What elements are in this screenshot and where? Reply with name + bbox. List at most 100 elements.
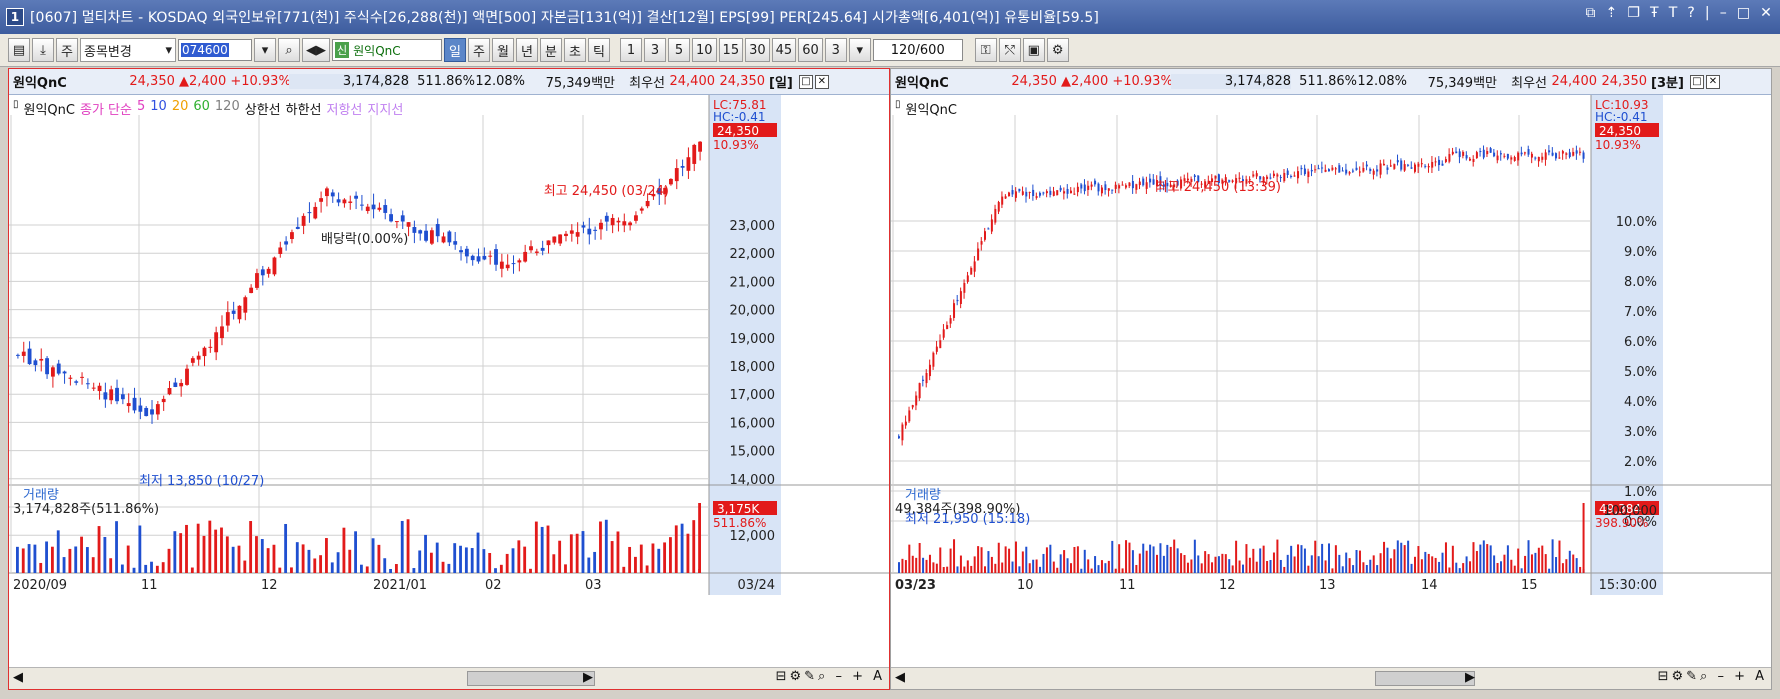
scroll-left-icon[interactable]: ◀: [13, 670, 23, 685]
right-candle: [1001, 196, 1004, 205]
left-candle: [295, 226, 300, 229]
right-last-price-label: 24,350: [1599, 124, 1641, 138]
right-bid: 24,400: [1551, 74, 1598, 89]
right-candle: [1111, 189, 1114, 191]
maximize-icon[interactable]: □: [1737, 5, 1750, 21]
period-month-button[interactable]: 월: [492, 38, 514, 62]
right-volume-bar: [1238, 560, 1241, 573]
period-week-button[interactable]: 주: [468, 38, 490, 62]
left-volume-bar: [400, 520, 404, 573]
left-volume-bar: [33, 544, 37, 573]
left-candle: [634, 215, 638, 221]
restore-icon[interactable]: ❐: [1627, 5, 1640, 21]
right-maximize-icon[interactable]: □: [1689, 74, 1704, 89]
right-candle: [1039, 192, 1042, 196]
pin-icon[interactable]: ⇡: [1606, 5, 1618, 21]
period-second-button[interactable]: 초: [564, 38, 586, 62]
right-volume-bar: [1001, 562, 1004, 573]
font-icon[interactable]: T: [1669, 5, 1678, 21]
pushpin-icon[interactable]: Ŧ: [1650, 5, 1659, 21]
left-close-icon[interactable]: ✕: [814, 74, 829, 89]
close-icon[interactable]: ✕: [1760, 5, 1772, 21]
right-volume-bar: [1245, 544, 1248, 573]
left-candle: [272, 257, 277, 275]
layout-icon[interactable]: ▤: [8, 38, 30, 62]
left-scrollbar[interactable]: ◀ ▶ ⊟⚙✎⌕ – + A: [9, 667, 889, 689]
left-volume-bar: [534, 521, 538, 573]
right-volume-bar: [1579, 566, 1582, 573]
sound-icon[interactable]: ◀▶: [302, 38, 330, 62]
zoom-tools[interactable]: ⊟⚙✎⌕ – + A: [776, 669, 885, 684]
zoom-tools[interactable]: ⊟⚙✎⌕ – + A: [1658, 669, 1767, 684]
indicator-icon[interactable]: ⚿: [974, 38, 997, 62]
left-candle: [464, 248, 469, 257]
search-icon[interactable]: ⌕: [278, 38, 300, 62]
help-icon[interactable]: ?: [1687, 5, 1695, 21]
right-close-icon[interactable]: ✕: [1705, 74, 1720, 89]
right-candle: [1431, 162, 1434, 168]
period-year-button[interactable]: 년: [516, 38, 538, 62]
left-bid: 24,400: [669, 74, 716, 89]
right-volume-bar: [1059, 554, 1062, 573]
left-low-annotation: 최저 13,850 (10/27): [139, 474, 264, 489]
left-volume-bar: [62, 557, 66, 573]
custom-minute-input[interactable]: 3: [824, 38, 847, 62]
left-price: 24,350 ▲: [129, 74, 189, 89]
period-tick-button[interactable]: 틱: [588, 38, 610, 62]
left-candle: [412, 227, 417, 233]
minimize-icon[interactable]: –: [1720, 5, 1727, 21]
left-candle: [488, 255, 493, 257]
minute-60-button[interactable]: 60: [798, 38, 823, 62]
stock-name-field[interactable]: 신 원익QnC: [332, 39, 442, 61]
left-volume-bar: [150, 561, 153, 573]
scroll-thumb[interactable]: [467, 671, 595, 686]
left-volume-bar: [354, 531, 357, 573]
left-candle: [459, 250, 463, 253]
left-candle: [138, 405, 143, 412]
scroll-thumb[interactable]: [1375, 671, 1475, 686]
right-candle: [973, 261, 976, 272]
right-volume-bar: [1338, 554, 1341, 573]
left-volume-bar: [593, 551, 597, 573]
left-volume-bar: [453, 543, 457, 573]
custom-minute-dropdown-icon[interactable]: ▾: [848, 38, 871, 62]
dropdown-icon[interactable]: ▾: [254, 38, 276, 62]
left-volume-bar: [377, 544, 381, 573]
minute-30-button[interactable]: 30: [745, 38, 770, 62]
stock-change-select[interactable]: 종목변경 ▾: [80, 38, 176, 62]
daily-candle-chart[interactable]: 23,000 22,000 21,000 20,000 19,000 18,000 17,0…: [9, 95, 889, 667]
minute-candle-chart[interactable]: 10.0% 9.0% 8.0% 7.0% 6.0% 5.0% 4.0% 3.0% 2.0% 1.0…: [891, 95, 1771, 667]
link-icon[interactable]: ⧉: [1585, 5, 1595, 21]
scroll-right-icon[interactable]: ▶: [583, 670, 593, 685]
right-volume-bar: [1279, 559, 1282, 573]
save-icon[interactable]: ▣: [1022, 38, 1045, 62]
left-candle: [534, 251, 539, 253]
stock-code-input[interactable]: 074600: [178, 39, 252, 61]
right-volume-bar: [1070, 563, 1072, 573]
minute-45-button[interactable]: 45: [771, 38, 797, 62]
left-candle: [45, 358, 49, 375]
period-minute-button[interactable]: 분: [540, 38, 562, 62]
minute-10-button[interactable]: 10: [692, 38, 717, 62]
scroll-left-icon[interactable]: ◀: [895, 670, 905, 685]
right-volume-bar: [1049, 544, 1052, 573]
minute-3-button[interactable]: 3: [644, 38, 666, 62]
title-bar: 1 [0607] 멀티차트 - KOSDAQ 외국인보유[771(천)] 주식수…: [0, 0, 1780, 34]
download-icon[interactable]: ⤓: [32, 38, 54, 62]
left-volume-bar: [505, 553, 509, 573]
scroll-right-icon[interactable]: ▶: [1465, 670, 1475, 685]
left-x-tick-label: 03: [585, 578, 602, 593]
market-select[interactable]: 주: [56, 38, 78, 62]
right-candle: [1500, 153, 1502, 155]
crosshair-icon[interactable]: ⤲: [998, 38, 1021, 62]
minute-15-button[interactable]: 15: [718, 38, 744, 62]
settings-icon[interactable]: ⚙: [1046, 38, 1069, 62]
period-day-button[interactable]: 일: [444, 38, 466, 62]
left-maximize-icon[interactable]: □: [798, 74, 813, 89]
left-candle: [441, 236, 446, 243]
right-scrollbar[interactable]: ◀ ▶ ⊟⚙✎⌕ – + A: [891, 667, 1771, 689]
data-count-input[interactable]: 120/600: [872, 39, 963, 61]
right-candle: [1369, 168, 1372, 172]
minute-1-button[interactable]: 1: [620, 38, 642, 62]
minute-5-button[interactable]: 5: [668, 38, 690, 62]
